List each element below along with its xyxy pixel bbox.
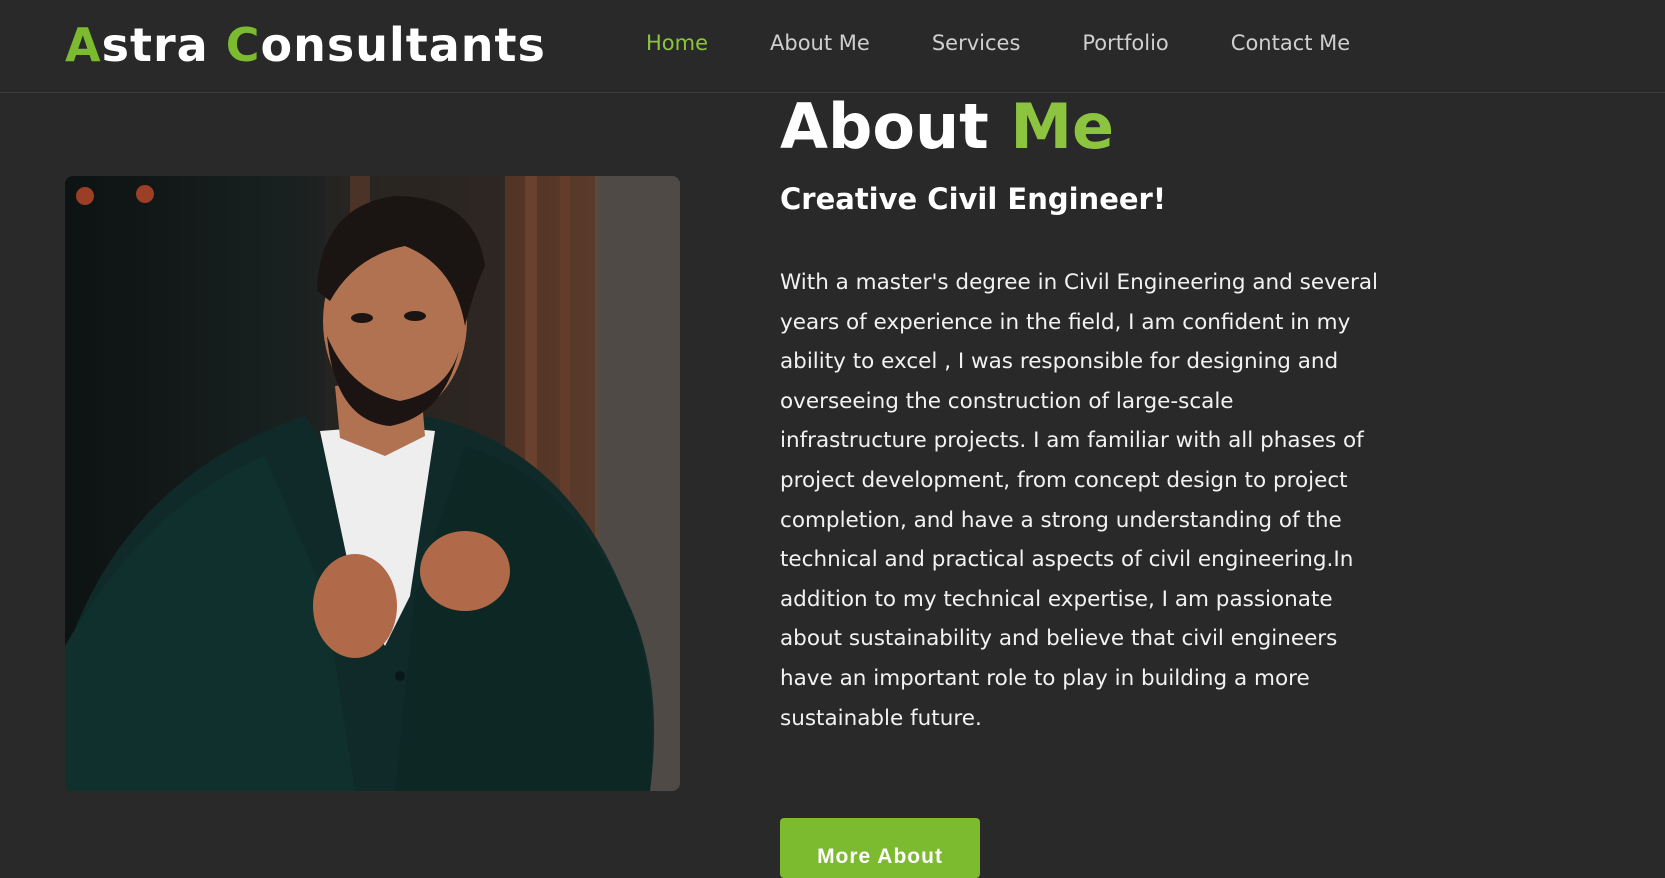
bio-line: infrastructure projects. I am familiar w… xyxy=(780,428,1364,454)
bio-line: overseeing the construction of large-sca… xyxy=(780,388,1234,414)
bio-line: have an important role to play in buildi… xyxy=(780,665,1310,691)
nav-services[interactable]: Services xyxy=(932,31,1021,55)
nav-portfolio[interactable]: Portfolio xyxy=(1082,31,1168,55)
bio-line: sustainable future. xyxy=(780,705,982,731)
about-title-accent: Me xyxy=(1010,90,1115,163)
bio-line: ability to excel , I was responsible for… xyxy=(780,349,1339,375)
about-title: About Me xyxy=(780,90,1114,163)
bio-line: addition to my technical expertise, I am… xyxy=(780,586,1333,612)
about-title-main: About xyxy=(780,90,1011,163)
logo-text-astra: stra xyxy=(101,18,226,72)
about-bio: With a master's degree in Civil Engineer… xyxy=(780,263,1400,738)
bio-line: technical and practical aspects of civil… xyxy=(780,547,1354,573)
site-logo[interactable]: Astra Consultants xyxy=(65,18,546,72)
main-nav: Home About Me Services Portfolio Contact… xyxy=(646,31,1412,55)
bio-line: completion, and have a strong understand… xyxy=(780,507,1342,533)
portrait-illustration xyxy=(65,176,680,791)
logo-text-consultants: onsultants xyxy=(260,18,546,72)
logo-initial-c: C xyxy=(225,18,261,72)
bio-line: years of experience in the field, I am c… xyxy=(780,309,1351,335)
bio-line: With a master's degree in Civil Engineer… xyxy=(780,270,1379,295)
nav-about-me[interactable]: About Me xyxy=(770,31,870,55)
bio-line: about sustainability and believe that ci… xyxy=(780,626,1338,652)
bio-line: project development, from concept design… xyxy=(780,467,1348,493)
about-subtitle: Creative Civil Engineer! xyxy=(780,182,1167,216)
nav-home[interactable]: Home xyxy=(646,31,708,55)
logo-initial-a: A xyxy=(65,18,102,72)
nav-contact-me[interactable]: Contact Me xyxy=(1231,31,1350,55)
site-header: Astra Consultants Home About Me Services… xyxy=(0,0,1665,93)
more-about-button[interactable]: More About xyxy=(780,818,980,878)
profile-photo xyxy=(65,176,680,791)
